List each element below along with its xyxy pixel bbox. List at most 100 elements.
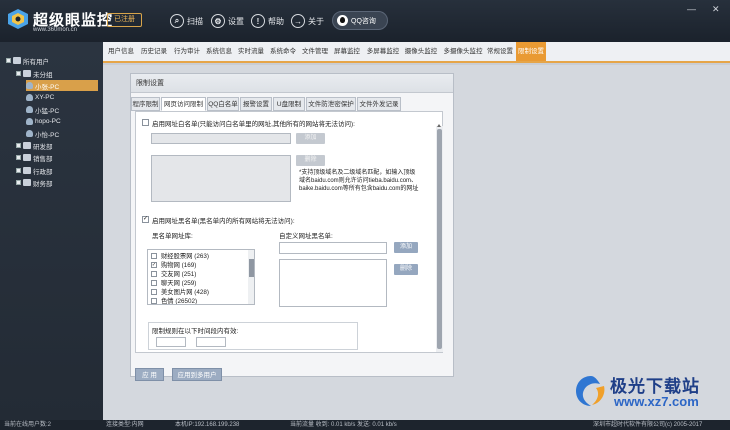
tab-behavior-audit[interactable]: 行为审计 — [171, 42, 203, 61]
tab-restriction-settings[interactable]: 限制设置 — [516, 42, 546, 61]
minimize-icon[interactable]: — — [687, 4, 696, 14]
copyright: 深圳市超时代软件有限公司(c) 2005-2017 — [593, 422, 703, 428]
custom-blacklist-label: 自定义网址黑名单: — [279, 233, 333, 240]
tab-history[interactable]: 历史记录 — [138, 42, 170, 61]
help-button[interactable]: ! 帮助 — [251, 13, 284, 29]
watermark: 极光下载站 www.xz7.com — [574, 372, 722, 418]
subtab-file-leak-protect[interactable]: 文件防泄密保护 — [306, 97, 356, 111]
expander-icon[interactable] — [16, 180, 21, 185]
tab-camera-monitor[interactable]: 摄像头监控 — [402, 42, 440, 61]
help-icon: ! — [251, 14, 265, 28]
settings-button[interactable]: ⚙ 设置 — [211, 13, 244, 29]
main-tab-bar: 用户信息 历史记录 行为审计 系统信息 实时流量 系统命令 文件管理 屏幕监控 … — [103, 42, 730, 63]
tree-pc[interactable]: 小猛-PC — [26, 104, 59, 115]
traffic-readout: 当前流量 收到: 0.01 kb/s 发送: 0.01 kb/s — [290, 422, 397, 428]
scroll-thumb[interactable] — [437, 129, 442, 349]
tree-group[interactable]: 财务部 — [16, 177, 53, 188]
app-header: 超级眼监控 www.360mon.cn 已注册 ⌕ 扫描 ⚙ 设置 ! 帮助 →… — [0, 0, 730, 42]
custom-blacklist-list[interactable] — [279, 259, 387, 307]
scan-button[interactable]: ⌕ 扫描 — [170, 13, 203, 29]
subtab-file-out-record[interactable]: 文件外发记录 — [357, 97, 401, 111]
whitelist-url-input[interactable] — [151, 133, 291, 144]
expander-icon[interactable] — [6, 58, 11, 63]
tab-system-command[interactable]: 系统命令 — [267, 42, 299, 61]
registered-badge: 已注册 — [107, 13, 142, 27]
apply-button[interactable]: 应 用 — [135, 368, 164, 381]
user-icon — [26, 130, 33, 137]
list-item[interactable]: 色情 (26502) — [151, 296, 197, 304]
whitelist-delete-button[interactable]: 删除 — [296, 155, 325, 166]
subtab-web-limit[interactable]: 网页访问限制 — [161, 97, 206, 111]
item-checkbox[interactable]: ✓ — [151, 261, 157, 268]
group-icon — [23, 70, 31, 77]
subtab-usb-limit[interactable]: U盘限制 — [273, 97, 305, 111]
scroll-up-icon[interactable] — [437, 124, 441, 127]
tree-group[interactable]: 销售部 — [16, 152, 53, 163]
list-scrollbar[interactable] — [248, 250, 254, 304]
group-icon — [23, 142, 31, 149]
blacklist-delete-button[interactable]: 删除 — [394, 264, 418, 275]
item-checkbox[interactable] — [151, 288, 157, 295]
tab-general-settings[interactable]: 常规设置 — [485, 42, 515, 61]
expander-icon[interactable] — [16, 71, 21, 76]
subtab-program-limit[interactable]: 程序限制 — [131, 97, 160, 111]
list-item[interactable]: 聊天网 (259) — [151, 278, 196, 287]
tree-all-users[interactable]: 所有用户 — [6, 55, 49, 66]
tab-file-manager[interactable]: 文件管理 — [299, 42, 331, 61]
close-icon[interactable]: ✕ — [712, 4, 720, 15]
blacklist-library-list: 财经股票网 (263) ✓ 购物网 (169) 交友网 (251) 聊天网 (2… — [147, 249, 255, 305]
help-label: 帮助 — [268, 16, 284, 26]
scroll-thumb[interactable] — [249, 259, 254, 277]
tree-group[interactable]: 研发部 — [16, 140, 53, 151]
expander-icon[interactable] — [16, 155, 21, 160]
tab-user-info[interactable]: 用户信息 — [106, 42, 136, 61]
tree-group[interactable]: 未分组 — [16, 68, 53, 79]
whitelist-add-button[interactable]: 添加 — [296, 133, 325, 144]
apply-multi-user-button[interactable]: 应用到多用户 — [172, 368, 222, 381]
end-time-input[interactable] — [196, 337, 226, 347]
tab-system-info[interactable]: 系统信息 — [203, 42, 235, 61]
list-item[interactable]: 交友网 (251) — [151, 269, 196, 278]
qq-label: QQ咨询 — [351, 17, 376, 25]
list-item[interactable]: 美女图片网 (428) — [151, 287, 209, 296]
item-checkbox[interactable] — [151, 279, 157, 286]
item-checkbox[interactable] — [151, 252, 157, 259]
logo-icon — [8, 9, 28, 29]
subtab-alarm-settings[interactable]: 报警设置 — [240, 97, 272, 111]
tab-multi-camera[interactable]: 多摄像头监控 — [441, 42, 485, 61]
blacklist-add-button[interactable]: 添加 — [394, 242, 418, 253]
expander-icon[interactable] — [16, 168, 21, 173]
tab-realtime-traffic[interactable]: 实时流量 — [235, 42, 267, 61]
tab-screen-monitor[interactable]: 屏幕监控 — [331, 42, 363, 61]
whitelist-label: 启用网址白名单(只能访问白名单里的网址,其他所有的网站将无法访问): — [152, 121, 355, 128]
tree-pc[interactable]: 小怡-PC — [26, 128, 59, 139]
whitelist-note: *支持顶级域名及二级域名匹配，如输入顶级域名baidu.com则允许访问tieb… — [299, 170, 419, 192]
blacklist-lib-label: 黑名单网址库: — [152, 233, 193, 240]
custom-blacklist-input[interactable] — [279, 242, 387, 254]
tree-pc[interactable]: 小张-PC — [26, 80, 98, 91]
blacklist-checkbox[interactable]: ✓ — [142, 216, 149, 223]
list-item[interactable]: 财经股票网 (263) — [151, 251, 209, 260]
whitelist-url-list[interactable] — [151, 155, 291, 202]
restriction-panel: 限制设置 程序限制 网页访问限制 QQ白名单 报警设置 U盘限制 文件防泄密保护… — [130, 73, 454, 381]
content-scrollbar[interactable] — [436, 124, 443, 352]
settings-label: 设置 — [228, 16, 244, 26]
watermark-logo-icon — [576, 376, 605, 406]
tree-pc[interactable]: hopo-PC — [26, 116, 61, 127]
start-time-input[interactable] — [156, 337, 186, 347]
list-item[interactable]: ✓ 购物网 (169) — [151, 260, 196, 269]
expander-icon[interactable] — [16, 143, 21, 148]
group-icon — [23, 179, 31, 186]
qq-consult-button[interactable]: QQ咨询 — [332, 11, 388, 30]
group-icon — [23, 154, 31, 161]
subtab-qq-whitelist[interactable]: QQ白名单 — [207, 97, 239, 111]
item-checkbox[interactable] — [151, 270, 157, 277]
tree-pc[interactable]: XY-PC — [26, 92, 54, 103]
item-checkbox[interactable] — [151, 297, 157, 304]
about-button[interactable]: → 关于 — [291, 13, 324, 29]
tab-multi-screen[interactable]: 多屏幕监控 — [364, 42, 402, 61]
tree-group[interactable]: 行政部 — [16, 165, 53, 176]
user-icon — [26, 118, 33, 125]
whitelist-checkbox[interactable] — [142, 119, 149, 126]
time-rule-label: 限制规则在以下时间段内有效: — [152, 328, 239, 335]
